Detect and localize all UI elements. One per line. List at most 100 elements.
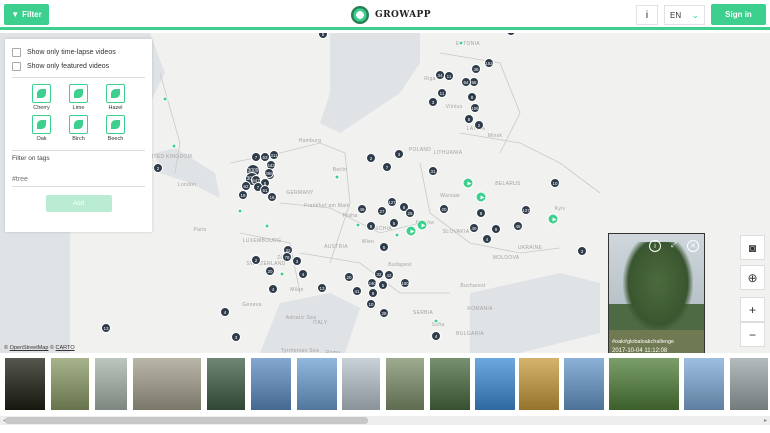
tree-option-lime[interactable]: Lime (60, 84, 97, 111)
cluster-marker[interactable]: 10 (366, 299, 376, 309)
photo-thumbnail[interactable] (684, 358, 724, 410)
scroll-right-icon[interactable]: ▸ (761, 416, 770, 425)
cluster-marker[interactable]: 11 (437, 88, 447, 98)
cluster-marker[interactable]: 6 (379, 242, 389, 252)
cluster-marker[interactable]: 5 (378, 280, 388, 290)
cluster-marker[interactable]: 45 (513, 221, 523, 231)
cluster-marker[interactable]: 31 (428, 166, 438, 176)
cluster-marker[interactable]: 3 (394, 149, 404, 159)
cluster-marker[interactable]: 4 (220, 307, 230, 317)
info-button[interactable]: i (636, 5, 658, 25)
photo-marker[interactable] (394, 232, 400, 238)
cluster-marker[interactable]: 100 (400, 278, 410, 288)
tree-option-cherry[interactable]: Cherry (23, 84, 60, 111)
cluster-marker[interactable]: 2 (153, 163, 163, 173)
language-select[interactable]: EN ⌄ (664, 5, 705, 25)
video-marker-play-icon[interactable] (405, 225, 417, 237)
cluster-marker[interactable]: 398 (264, 168, 274, 178)
cluster-marker[interactable]: 4 (482, 234, 492, 244)
cluster-marker[interactable]: 40 (469, 223, 479, 233)
cluster-marker[interactable]: 32 (374, 269, 384, 279)
photo-marker[interactable] (458, 40, 464, 46)
cluster-marker[interactable]: 8 (368, 288, 378, 298)
photo-thumbnail[interactable] (95, 358, 127, 410)
cluster-marker[interactable]: 8 (366, 221, 376, 231)
cluster-marker[interactable]: 8 (467, 92, 477, 102)
cluster-marker[interactable]: 20 (344, 272, 354, 282)
expand-icon[interactable]: ⤢ (668, 240, 680, 252)
photo-marker[interactable] (162, 96, 168, 102)
photo-popup[interactable]: i ⤢ ✕ #oak#globaloakchallenge 2017-10-04… (608, 233, 705, 359)
cluster-marker[interactable]: 3 (231, 332, 241, 342)
cluster-marker[interactable]: 10 (550, 178, 560, 188)
photo-thumbnail[interactable] (297, 358, 337, 410)
zoom-out-button[interactable]: − (740, 322, 765, 347)
info-icon[interactable]: i (649, 240, 661, 252)
tree-option-birch[interactable]: Birch (60, 115, 97, 142)
cluster-marker[interactable]: 7 (382, 162, 392, 172)
cluster-marker[interactable]: 39 (471, 64, 481, 74)
cluster-marker[interactable]: 9 (476, 208, 486, 218)
add-tag-button[interactable]: Add (45, 195, 112, 212)
photo-thumbnail[interactable] (5, 358, 45, 410)
photo-thumbnail[interactable] (730, 358, 768, 410)
cluster-marker[interactable]: 13 (101, 323, 111, 333)
cluster-marker[interactable]: 311 (269, 150, 279, 160)
photo-thumbnail[interactable] (564, 358, 604, 410)
timelapse-checkbox-row[interactable]: Show only time-lapse videos (12, 45, 145, 59)
cluster-marker[interactable]: 11 (444, 71, 454, 81)
video-marker-play-icon[interactable] (416, 219, 428, 231)
camera-button[interactable]: ◙ (740, 235, 765, 260)
cluster-marker[interactable]: 28 (379, 308, 389, 318)
cluster-marker[interactable]: 13 (317, 283, 327, 293)
cluster-marker[interactable]: 64 (461, 77, 471, 87)
photo-thumbnail[interactable] (133, 358, 201, 410)
sign-in-button[interactable]: Sign in (711, 4, 766, 25)
cluster-marker[interactable]: 2 (474, 120, 484, 130)
photo-marker[interactable] (279, 271, 285, 277)
video-marker-play-icon[interactable] (462, 177, 474, 189)
cluster-marker[interactable]: 137 (521, 205, 531, 215)
filter-button[interactable]: ▼ Filter (4, 4, 49, 25)
photo-thumbnail[interactable] (342, 358, 380, 410)
photo-marker[interactable] (264, 223, 270, 229)
cluster-marker[interactable]: 42 (384, 270, 394, 280)
scrollbar-thumb[interactable] (5, 417, 368, 424)
strip-scrollbar[interactable]: ◂ ▸ (0, 416, 770, 425)
cluster-marker[interactable]: 152 (484, 58, 494, 68)
cluster-marker[interactable]: 78 (282, 252, 292, 262)
cluster-marker[interactable]: 19 (238, 190, 248, 200)
photo-marker[interactable] (433, 318, 439, 324)
photo-thumbnail[interactable] (430, 358, 470, 410)
cluster-marker[interactable]: 25 (405, 208, 415, 218)
photo-thumbnail[interactable] (475, 358, 515, 410)
video-marker-play-icon[interactable] (475, 191, 487, 203)
photo-marker[interactable] (355, 222, 361, 228)
zoom-in-button[interactable]: + (740, 297, 765, 322)
logo[interactable]: GROWAPP (351, 6, 431, 24)
cluster-marker[interactable]: 3 (428, 97, 438, 107)
close-icon[interactable]: ✕ (687, 240, 699, 252)
cluster-marker[interactable]: 8 (464, 114, 474, 124)
photo-marker[interactable] (237, 208, 243, 214)
cluster-marker[interactable]: 2 (366, 153, 376, 163)
cluster-marker[interactable]: 3 (577, 246, 587, 256)
cluster-marker[interactable]: 2 (251, 255, 261, 265)
locate-button[interactable]: ⊕ (740, 265, 765, 290)
tree-option-beech[interactable]: Beech (97, 115, 134, 142)
photo-thumbnail[interactable] (386, 358, 424, 410)
cluster-marker[interactable]: 41 (352, 286, 362, 296)
photo-thumbnail[interactable] (51, 358, 89, 410)
video-marker-play-icon[interactable] (547, 213, 559, 225)
featured-checkbox[interactable] (12, 61, 21, 71)
cluster-marker[interactable]: 4 (298, 269, 308, 279)
cluster-marker[interactable]: 240 (367, 278, 377, 288)
cluster-marker[interactable]: 127 (387, 197, 397, 207)
photo-marker[interactable] (171, 143, 177, 149)
cluster-marker[interactable]: 106 (470, 103, 480, 113)
carto-link[interactable]: CARTO (56, 345, 75, 351)
cluster-marker[interactable]: 16 (267, 192, 277, 202)
photo-thumbnail[interactable] (207, 358, 245, 410)
photo-thumbnail[interactable] (519, 358, 559, 410)
cluster-marker[interactable]: 3 (292, 256, 302, 266)
